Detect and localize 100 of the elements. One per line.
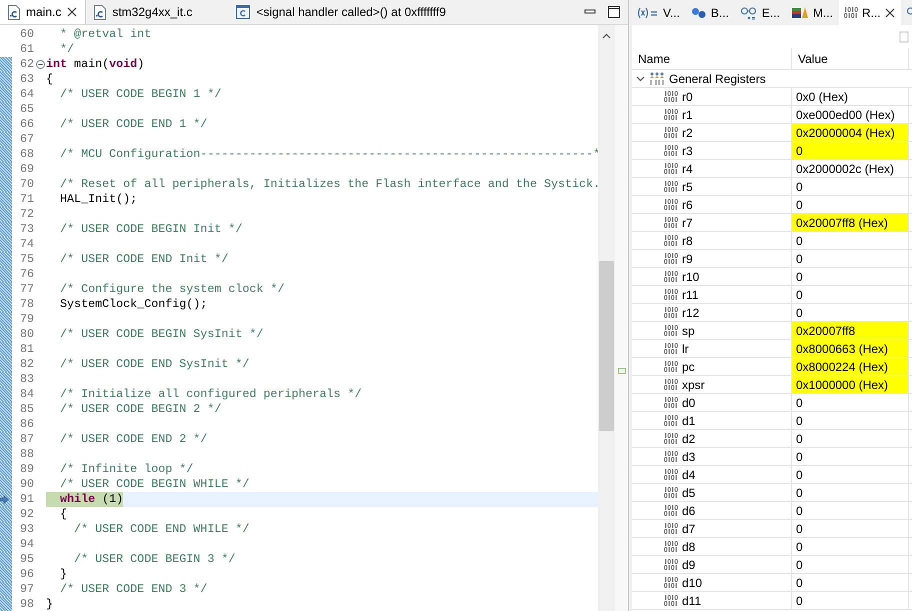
- code-line: /* USER CODE END Init */: [59, 252, 228, 267]
- editor-tab[interactable]: <signal handler called>() at 0xfffffff9: [228, 0, 454, 24]
- line-number: 71: [20, 192, 34, 207]
- line-number: 78: [20, 297, 34, 312]
- group-label[interactable]: General Registers: [669, 70, 766, 88]
- register-value[interactable]: 0x20007ff8 (Hex): [792, 214, 909, 231]
- register-name[interactable]: d11: [682, 592, 702, 610]
- register-name[interactable]: d3: [682, 448, 696, 466]
- code-line: /* USER CODE BEGIN 3 */: [73, 552, 236, 567]
- register-name[interactable]: d4: [682, 466, 696, 484]
- line-number: 60: [20, 27, 34, 42]
- line-number: 70: [20, 177, 34, 192]
- line-number: 79: [20, 312, 34, 327]
- code-line: }: [59, 567, 68, 582]
- line-number: 73: [20, 222, 34, 237]
- view-tab[interactable]: M...: [786, 0, 839, 25]
- code-line: int main(void): [46, 57, 144, 72]
- line-number: 83: [20, 372, 34, 387]
- code-line: /* USER CODE END SysInit */: [59, 357, 250, 372]
- register-name[interactable]: xpsr: [682, 376, 705, 394]
- code-line: /* USER CODE BEGIN WHILE */: [59, 477, 250, 492]
- column-header[interactable]: Value: [792, 48, 909, 69]
- code-line: /* USER CODE END 3 */: [59, 582, 208, 597]
- code-line: /* USER CODE END 2 */: [59, 432, 208, 447]
- register-name[interactable]: d9: [682, 556, 696, 574]
- line-number: 75: [20, 252, 34, 267]
- register-value[interactable]: 0x8000224 (Hex): [792, 358, 909, 375]
- register-value[interactable]: 0x8000663 (Hex): [792, 340, 909, 357]
- register-value[interactable]: 0x1000000 (Hex): [792, 376, 909, 393]
- line-number: 94: [20, 537, 34, 552]
- code-line: /* Configure the system clock */: [59, 282, 284, 297]
- line-number: 77: [20, 282, 34, 297]
- register-name[interactable]: lr: [682, 340, 689, 358]
- register-name[interactable]: r1: [682, 106, 693, 124]
- line-number: 87: [20, 432, 34, 447]
- code-line: {: [59, 507, 68, 522]
- register-name[interactable]: r5: [682, 178, 693, 196]
- register-name[interactable]: r9: [682, 250, 693, 268]
- line-number: 89: [20, 462, 34, 477]
- code-line: /* Reset of all peripherals, Initializes the Flash interface and the Systick.: [59, 177, 598, 192]
- line-number: 93: [20, 522, 34, 537]
- register-name[interactable]: d1: [682, 412, 696, 430]
- register-value[interactable]: 0x20000004 (Hex): [792, 124, 909, 141]
- editor-tab[interactable]: stm32g4xx_it.c: [86, 0, 200, 24]
- column-header[interactable]: Name: [632, 48, 792, 69]
- view-tab[interactable]: V...: [632, 0, 686, 25]
- register-name[interactable]: r10: [682, 268, 700, 286]
- line-number: 86: [20, 417, 34, 432]
- line-number: 92: [20, 507, 34, 522]
- register-value[interactable]: 0x20007ff8: [792, 322, 909, 339]
- code-line: /* Infinite loop */: [59, 462, 194, 477]
- view-tab[interactable]: E...: [734, 0, 786, 25]
- register-name[interactable]: r7: [682, 214, 693, 232]
- register-name[interactable]: sp: [682, 322, 695, 340]
- code-line: HAL_Init();: [59, 192, 138, 207]
- line-number: 85: [20, 402, 34, 417]
- line-number: 66: [20, 117, 34, 132]
- register-name[interactable]: d0: [682, 394, 696, 412]
- code-line: /* USER CODE BEGIN 2 */: [59, 402, 222, 417]
- code-line: /* USER CODE BEGIN Init */: [59, 222, 242, 237]
- line-number: 95: [20, 552, 34, 567]
- register-name[interactable]: d6: [682, 502, 696, 520]
- register-value[interactable]: 0: [792, 142, 909, 159]
- register-name[interactable]: d8: [682, 538, 696, 556]
- view-tab[interactable]: R...: [838, 0, 901, 25]
- register-name[interactable]: r6: [682, 196, 693, 214]
- register-name[interactable]: d7: [682, 520, 696, 538]
- line-number: 81: [20, 342, 34, 357]
- line-number: 91: [20, 492, 34, 507]
- code-line: /* Initialize all configured peripherals */: [59, 387, 362, 402]
- line-number: 65: [20, 102, 34, 117]
- line-number: 76: [20, 267, 34, 282]
- code-line: * @retval int: [59, 27, 152, 42]
- line-number: 97: [20, 582, 34, 597]
- register-name[interactable]: r0: [682, 88, 693, 106]
- register-name[interactable]: r4: [682, 160, 693, 178]
- register-name[interactable]: d10: [682, 574, 702, 592]
- view-tab[interactable]: B...: [686, 0, 735, 25]
- line-number: 61: [20, 42, 34, 57]
- register-name[interactable]: pc: [682, 358, 695, 376]
- code-line: /* USER CODE BEGIN 1 */: [59, 87, 222, 102]
- line-number: 82: [20, 357, 34, 372]
- register-name[interactable]: r2: [682, 124, 693, 142]
- code-line: }: [46, 597, 54, 611]
- editor-tab[interactable]: main.c: [0, 0, 86, 24]
- register-name[interactable]: r12: [682, 304, 700, 322]
- line-number: 63: [20, 72, 34, 87]
- register-name[interactable]: d2: [682, 430, 696, 448]
- register-name[interactable]: r8: [682, 232, 693, 250]
- line-number: 64: [20, 87, 34, 102]
- register-name[interactable]: r3: [682, 142, 693, 160]
- code-line: /* USER CODE BEGIN SysInit */: [59, 327, 264, 342]
- code-line: /* USER CODE END WHILE */: [73, 522, 250, 537]
- line-number: 80: [20, 327, 34, 342]
- register-name[interactable]: d5: [682, 484, 696, 502]
- line-number: 72: [20, 207, 34, 222]
- line-number: 98: [20, 597, 34, 611]
- code-line: */: [59, 42, 74, 57]
- line-number: 62: [20, 57, 34, 72]
- register-name[interactable]: r11: [682, 286, 698, 304]
